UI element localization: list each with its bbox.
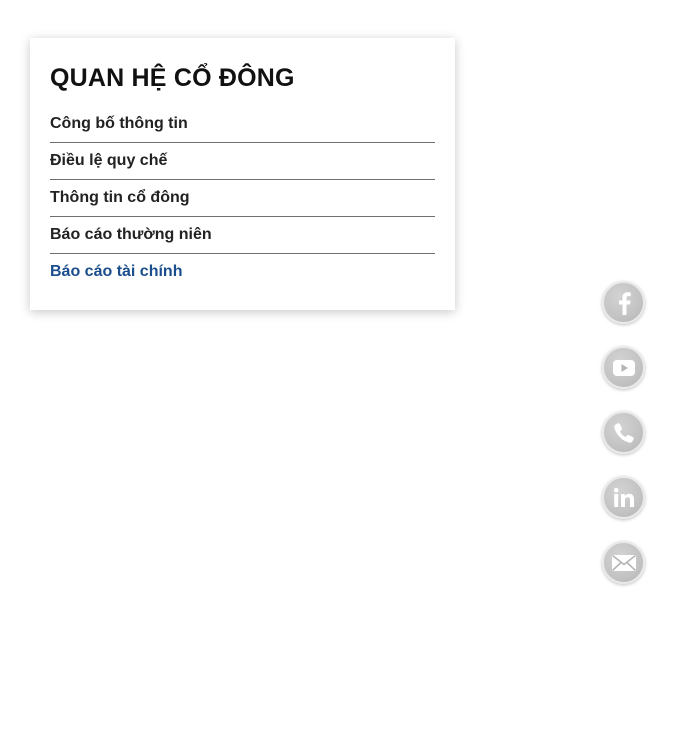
menu-link-annual-report[interactable]: Báo cáo thường niên [50,226,212,243]
phone-icon [613,422,634,443]
facebook-icon [618,291,631,315]
investor-relations-menu: Công bố thông tin Điều lệ quy chế Thông … [50,106,435,291]
menu-item-disclosure: Công bố thông tin [50,106,435,143]
menu-item-charter: Điều lệ quy chế [50,143,435,180]
mail-icon [611,554,636,571]
page: QUAN HỆ CỔ ĐÔNG Công bố thông tin Điều l… [0,0,675,742]
linkedin-button[interactable] [602,476,645,519]
menu-link-shareholder-info[interactable]: Thông tin cổ đông [50,189,190,206]
menu-item-financial-report: Báo cáo tài chính [50,254,435,291]
youtube-icon [612,359,635,376]
panel-title: QUAN HỆ CỔ ĐÔNG [50,64,295,92]
mail-button[interactable] [602,541,645,584]
menu-item-annual-report: Báo cáo thường niên [50,217,435,254]
menu-link-financial-report[interactable]: Báo cáo tài chính [50,263,182,280]
menu-link-disclosure[interactable]: Công bố thông tin [50,115,188,132]
linkedin-icon [613,487,634,507]
investor-relations-panel: QUAN HỆ CỔ ĐÔNG Công bố thông tin Điều l… [30,38,455,310]
menu-link-charter[interactable]: Điều lệ quy chế [50,152,167,169]
menu-item-shareholder-info: Thông tin cổ đông [50,180,435,217]
social-sidebar [602,281,646,606]
youtube-button[interactable] [602,346,645,389]
phone-button[interactable] [602,411,645,454]
facebook-button[interactable] [602,281,645,324]
